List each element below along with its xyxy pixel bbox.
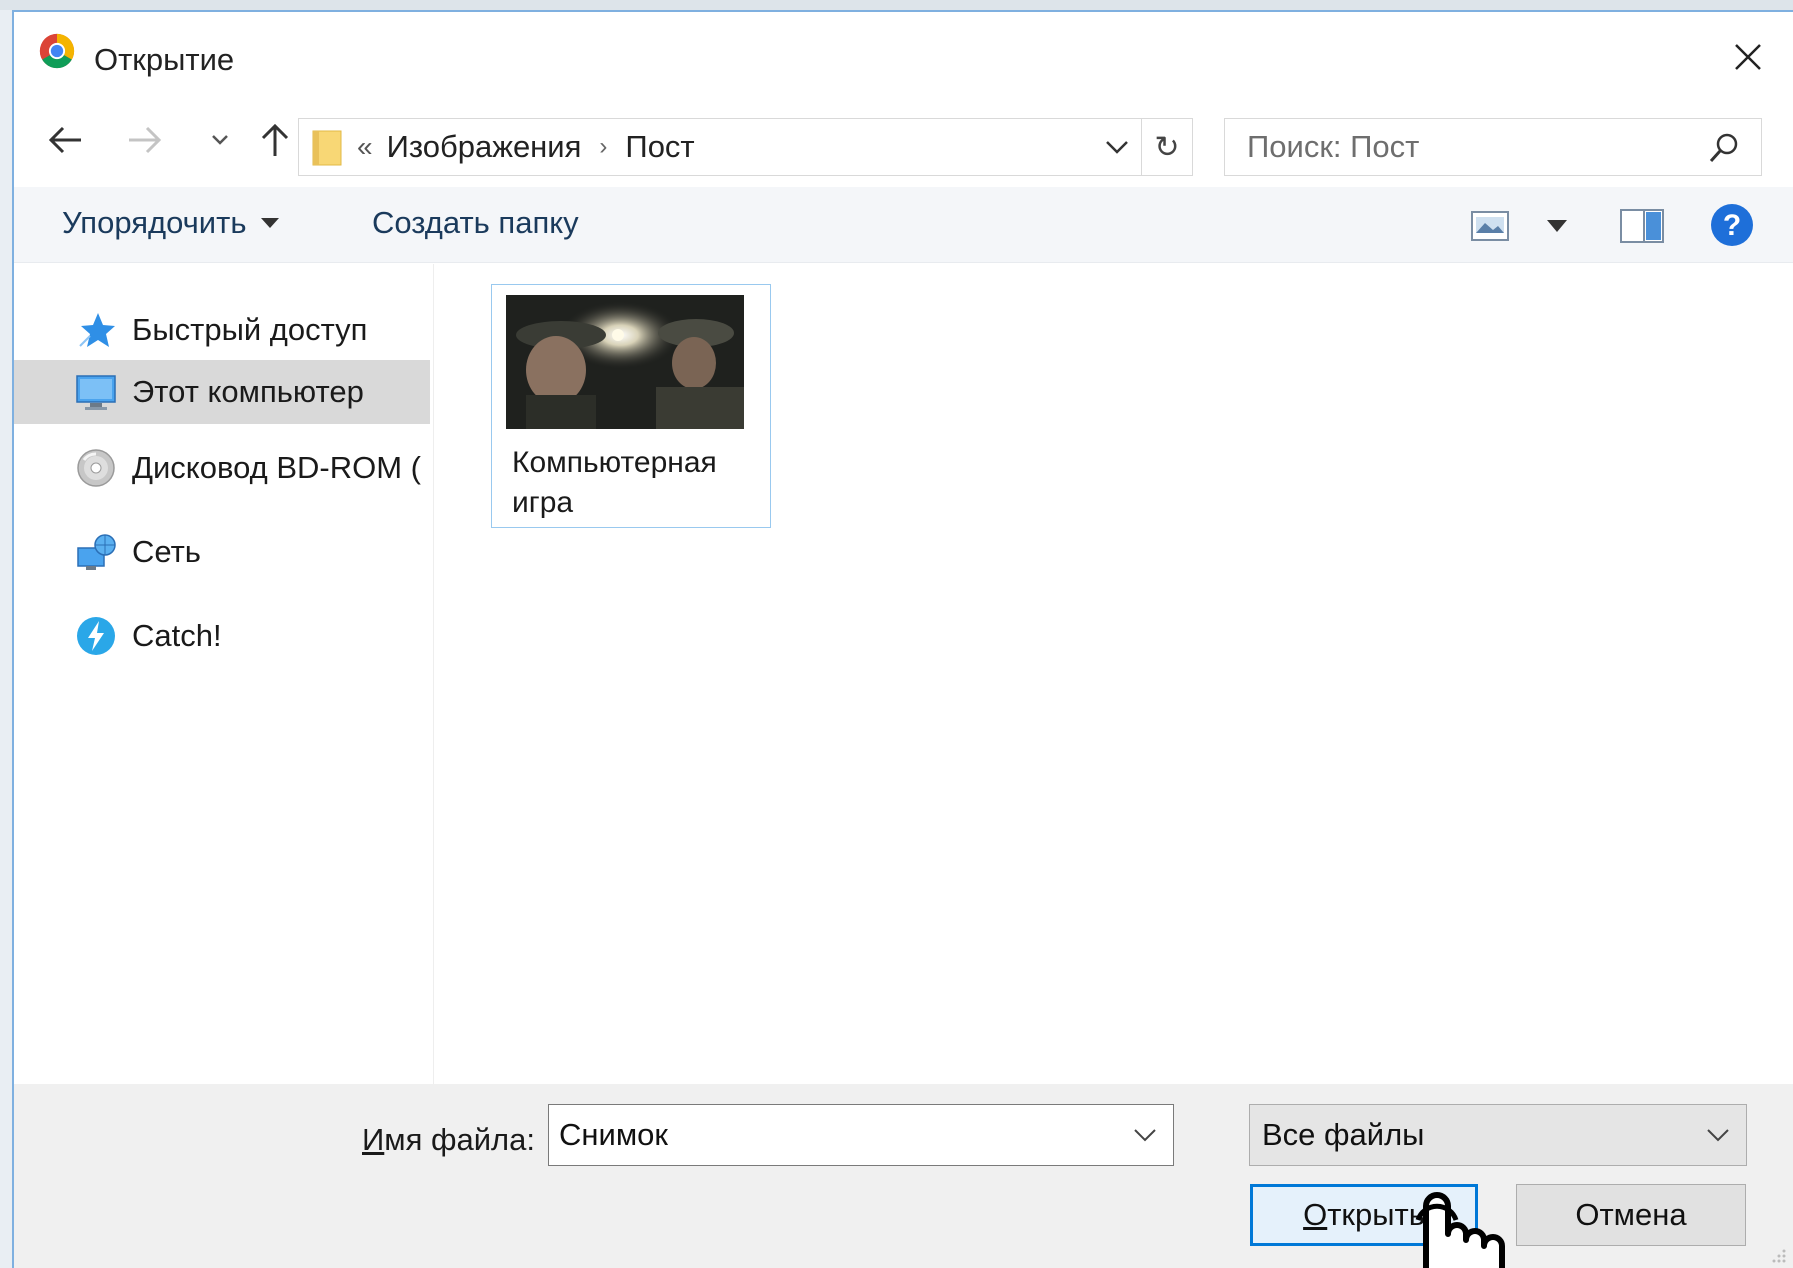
sidebar-item-quick-access[interactable]: Быстрый доступ	[14, 298, 430, 362]
star-icon	[79, 313, 115, 347]
thumbnail-image	[506, 295, 744, 429]
command-toolbar: Упорядочить Создать папку ?	[14, 187, 1793, 263]
sidebar-item-label: Дисковод BD-ROM (	[132, 450, 421, 485]
breadcrumb-images[interactable]: Изображения	[387, 129, 582, 165]
chevron-down-icon	[1134, 1129, 1156, 1142]
chrome-icon	[39, 33, 75, 69]
image-thumbnail	[506, 295, 744, 429]
filename-label-text: мя файла:	[384, 1122, 535, 1157]
file-list: Компьютерная игра	[435, 264, 1793, 1084]
cancel-button[interactable]: Отмена	[1516, 1184, 1746, 1246]
breadcrumb-overflow[interactable]: «	[357, 131, 373, 163]
address-history-button[interactable]	[1092, 119, 1142, 175]
breadcrumb-post[interactable]: Пост	[625, 129, 694, 165]
filename-input[interactable]	[559, 1117, 1099, 1153]
recent-locations-button[interactable]	[200, 118, 240, 162]
sidebar-item-this-pc[interactable]: Этот компьютер	[14, 360, 430, 424]
background-strip	[0, 0, 1793, 10]
filename-combobox[interactable]	[548, 1104, 1174, 1166]
search-icon	[1709, 133, 1738, 163]
forward-button[interactable]	[120, 118, 170, 162]
arrow-left-icon	[48, 126, 81, 154]
sidebar-item-label: Быстрый доступ	[132, 312, 368, 347]
filetype-value: Все файлы	[1262, 1117, 1425, 1152]
resize-grip-icon[interactable]	[1767, 1244, 1787, 1264]
chevron-down-icon	[1707, 1129, 1729, 1142]
filetype-dropdown-button[interactable]	[1696, 1113, 1740, 1157]
chevron-down-icon	[1105, 141, 1128, 154]
filetype-select[interactable]: Все файлы	[1249, 1104, 1747, 1166]
close-icon	[1735, 44, 1761, 70]
organize-button[interactable]: Упорядочить	[62, 205, 280, 241]
preview-pane-icon[interactable]	[1620, 209, 1664, 243]
catch-icon	[77, 617, 115, 655]
caret-down-icon	[261, 218, 280, 228]
refresh-button[interactable]: ↻	[1142, 119, 1192, 175]
filename-dropdown-button[interactable]	[1123, 1113, 1167, 1157]
arrow-right-icon	[129, 126, 162, 154]
file-name: Компьютерная игра	[512, 446, 717, 519]
sidebar-item-label: Сеть	[132, 534, 201, 569]
file-selection-panel: Имя файла: Все файлы Открыть Отмена	[14, 1084, 1793, 1268]
navigation-pane: Быстрый доступ Этот компьютер Дисковод B…	[14, 264, 434, 1084]
up-button[interactable]	[250, 118, 300, 162]
close-button[interactable]	[1723, 32, 1773, 82]
address-bar[interactable]: « Изображения › Пост ↻	[298, 118, 1193, 176]
back-button[interactable]	[40, 118, 90, 162]
view-mode-icon[interactable]	[1471, 211, 1509, 241]
disc-icon	[77, 449, 115, 487]
chevron-down-icon	[212, 135, 228, 145]
open-file-dialog: Открытие « Изображения › Пост ↻ Поиск: П…	[12, 10, 1793, 1268]
folder-icon	[312, 130, 342, 166]
breadcrumb-separator-icon: ›	[599, 133, 608, 160]
new-folder-button[interactable]: Создать папку	[372, 205, 579, 241]
arrow-up-icon	[261, 123, 289, 156]
sidebar-item-network[interactable]: Сеть	[14, 520, 430, 584]
filename-label-accelerator: И	[362, 1122, 385, 1157]
sidebar-item-label: Этот компьютер	[132, 374, 364, 409]
organize-label: Упорядочить	[62, 205, 247, 240]
sidebar-item-label: Catch!	[132, 618, 222, 653]
search-input[interactable]	[1247, 129, 1687, 165]
sidebar-item-bd-rom[interactable]: Дисковод BD-ROM (	[14, 436, 430, 500]
help-icon[interactable]: ?	[1710, 203, 1754, 247]
filename-label: Имя файла:	[362, 1122, 535, 1158]
open-button-accelerator: О	[1303, 1197, 1328, 1232]
computer-icon	[76, 375, 116, 410]
hand-cursor-icon	[1415, 1192, 1505, 1268]
view-options-caret-icon[interactable]	[1546, 219, 1568, 233]
sidebar-item-catch[interactable]: Catch!	[14, 604, 430, 668]
network-icon	[77, 534, 116, 570]
refresh-icon: ↻	[1154, 130, 1180, 164]
open-button-label: ткрыть	[1327, 1197, 1425, 1232]
navigation-bar: « Изображения › Пост ↻	[14, 104, 1793, 184]
file-item[interactable]: Компьютерная игра	[491, 284, 771, 528]
search-box[interactable]	[1224, 118, 1762, 176]
title-bar: Открытие	[14, 12, 1793, 100]
svg-text:?: ?	[1723, 209, 1741, 242]
window-title: Открытие	[94, 42, 235, 77]
